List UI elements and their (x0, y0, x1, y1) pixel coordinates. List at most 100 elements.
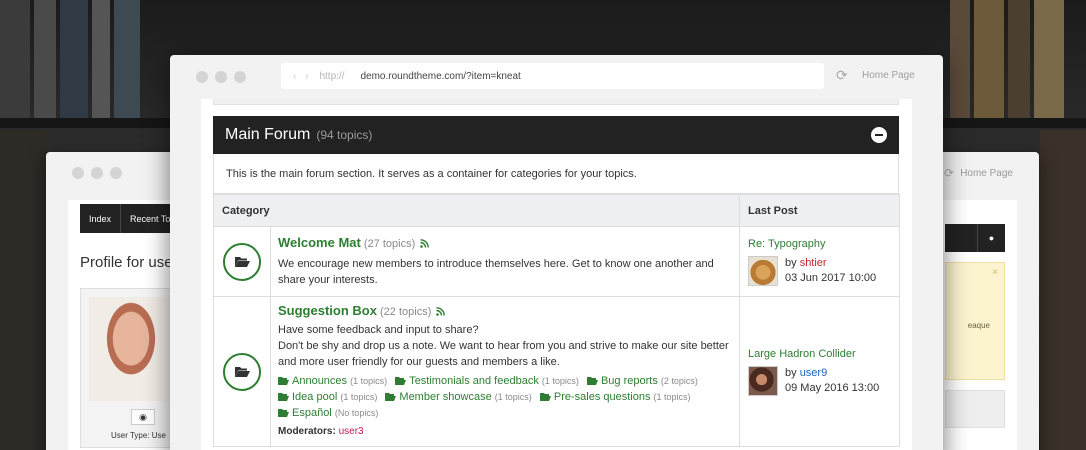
book (1008, 0, 1030, 118)
subforum-name: Español (292, 407, 332, 419)
subforum-count: (1 topics) (350, 376, 388, 386)
category-description: We encourage new members to introduce th… (278, 258, 714, 286)
subforum-list: Announces (1 topics) Testimonials and fe… (278, 373, 732, 421)
close-icon[interactable]: × (992, 267, 998, 278)
subforum-name: Testimonials and feedback (409, 375, 539, 387)
subforum-count: (1 topics) (494, 392, 532, 402)
category-icon-cell (213, 226, 271, 297)
minus-icon (875, 134, 883, 136)
moderators: Moderators: user3 (278, 424, 732, 440)
book (1034, 0, 1064, 118)
last-post-cell: Large Hadron Collider by user9 09 May 20… (739, 296, 900, 447)
collapse-button[interactable] (871, 127, 887, 143)
back-nav-index[interactable]: Index (80, 204, 122, 233)
moderators-label: Moderators: (278, 426, 336, 437)
last-post-user[interactable]: shtier (800, 257, 827, 269)
subforum-name: Pre-sales questions (553, 391, 651, 403)
last-post-by: by (785, 257, 797, 269)
forum-title[interactable]: Main Forum (225, 126, 310, 144)
category-title[interactable]: Suggestion Box (278, 303, 377, 318)
window-dot (215, 71, 227, 83)
window-dot (110, 167, 122, 179)
book (114, 0, 140, 118)
category-topic-count: (22 topics) (380, 306, 432, 318)
subforum-name: Idea pool (292, 391, 338, 403)
top-strip (213, 99, 899, 105)
table-row: Welcome Mat (27 topics) We encourage new… (213, 226, 900, 297)
back-forward-icon[interactable]: ‹ › (293, 71, 311, 82)
rss-icon[interactable] (436, 307, 446, 316)
forum-description: This is the main forum section. It serve… (213, 154, 899, 194)
folder-open-icon[interactable] (223, 242, 261, 281)
table-row: Suggestion Box (22 topics) Have some fee… (213, 296, 900, 447)
globe-button[interactable]: ◉ (131, 409, 155, 425)
user-menu-button[interactable]: ● (977, 224, 1005, 252)
book (1040, 130, 1086, 450)
globe-icon: ◉ (139, 411, 147, 422)
url-text[interactable]: demo.roundtheme.com/?item=kneat (360, 71, 520, 82)
home-page-link[interactable]: Home Page (862, 70, 915, 81)
subforum-item[interactable]: Member showcase (1 topics) (385, 389, 532, 405)
folder-icon (278, 377, 289, 385)
subforum-item[interactable]: Español (No topics) (278, 405, 378, 421)
reload-icon: ⟳ (944, 166, 955, 180)
book (974, 0, 1004, 118)
subforum-count: (No topics) (334, 408, 379, 418)
subforum-name: Bug reports (600, 375, 658, 387)
book (0, 130, 46, 450)
window-dot (72, 167, 84, 179)
category-title[interactable]: Welcome Mat (278, 235, 361, 250)
folder-icon (278, 409, 289, 417)
last-post-avatar[interactable] (748, 366, 778, 396)
subforum-count: (2 topics) (660, 376, 698, 386)
url-protocol: http:// (319, 70, 345, 82)
category-description-line: Don't be shy and drop us a note. We want… (278, 340, 729, 368)
book (34, 0, 56, 118)
notice-box: × eaque (945, 262, 1005, 380)
category-topic-count: (27 topics) (363, 238, 416, 250)
reload-icon[interactable]: ⟳ (836, 67, 848, 84)
address-bar[interactable]: ‹ › http:// demo.roundtheme.com/?item=kn… (281, 63, 824, 89)
subforum-item[interactable]: Bug reports (2 topics) (586, 373, 698, 389)
category-icon-cell (213, 296, 271, 447)
user-type-label: User Type: Use (111, 431, 166, 440)
last-post-title[interactable]: Large Hadron Collider (748, 347, 891, 361)
subforum-item[interactable]: Announces (1 topics) (278, 373, 387, 389)
rss-icon[interactable] (420, 239, 430, 248)
back-home-link[interactable]: ⟳ Home Page (944, 166, 1013, 180)
folder-icon (395, 377, 407, 385)
folder-icon (539, 393, 551, 401)
user-icon: ● (988, 233, 995, 243)
window-dot (234, 71, 246, 83)
category-main-cell: Welcome Mat (27 topics) We encourage new… (270, 226, 740, 297)
last-post-by: by (785, 367, 797, 379)
main-forum-section: Main Forum (94 topics) This is the main … (213, 116, 900, 447)
window-dot (91, 167, 103, 179)
last-post-date: 09 May 2016 13:00 (785, 382, 880, 394)
last-post-title[interactable]: Re: Typography (748, 237, 891, 251)
last-post-user[interactable]: user9 (800, 367, 828, 379)
category-main-cell: Suggestion Box (22 topics) Have some fee… (270, 296, 740, 447)
profile-card: ◉ User Type: Use (80, 288, 180, 448)
book (950, 0, 970, 118)
forum-header: Main Forum (94 topics) (213, 116, 899, 154)
category-header: Category (213, 194, 740, 227)
subforum-item[interactable]: Idea pool (1 topics) (278, 389, 377, 405)
folder-icon (586, 377, 598, 385)
moderator-user[interactable]: user3 (339, 426, 364, 437)
front-browser-window: ‹ › http:// demo.roundtheme.com/?item=kn… (170, 55, 943, 450)
subforum-name: Announces (292, 375, 348, 387)
subforum-item[interactable]: Testimonials and feedback (1 topics) (395, 373, 579, 389)
subforum-item[interactable]: Pre-sales questions (1 topics) (539, 389, 691, 405)
subforum-count: (1 topics) (340, 392, 378, 402)
back-home-label: Home Page (960, 167, 1013, 179)
subforum-count: (1 topics) (653, 392, 691, 402)
table-header-row: Category Last Post (213, 194, 900, 227)
subforum-name: Member showcase (399, 391, 492, 403)
forum-page: Main Forum (94 topics) This is the main … (201, 99, 912, 450)
notice-text: eaque (967, 321, 990, 330)
last-post-header: Last Post (739, 194, 900, 227)
forum-topic-count: (94 topics) (316, 128, 373, 142)
folder-open-icon[interactable] (223, 352, 261, 391)
last-post-avatar[interactable] (748, 256, 778, 286)
